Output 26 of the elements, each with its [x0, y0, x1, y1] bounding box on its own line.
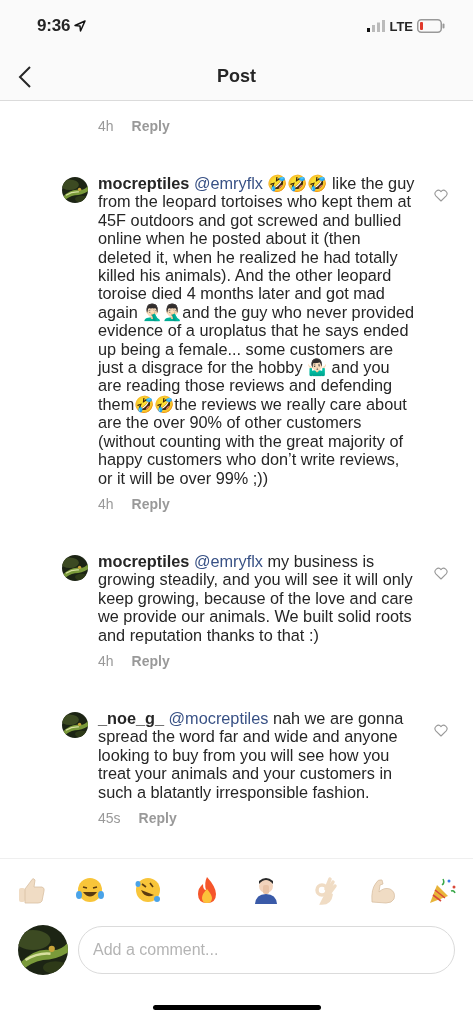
heart-icon[interactable] — [434, 566, 448, 580]
mention-link[interactable]: @emryflx — [193, 174, 263, 192]
location-arrow-icon — [74, 20, 87, 32]
clock-time: 9:36 — [37, 16, 71, 36]
comment-time: 4h — [98, 495, 114, 512]
comment-time: 4h — [98, 118, 114, 134]
username-link[interactable]: mocreptiles — [98, 174, 190, 192]
laughing-face-icon[interactable] — [74, 875, 105, 905]
back-button[interactable] — [16, 64, 34, 90]
heart-icon[interactable] — [434, 189, 448, 202]
thumbs-up-icon[interactable] — [16, 875, 46, 905]
mention-link[interactable]: @emryflx — [193, 551, 263, 570]
comment-text: mocreptiles @emryflx my business is growing steadily, and you will see it will only keep growing, because of the love and care we provide our animals. We built solid roots and reputation thanks to that :) — [98, 551, 414, 644]
page-title: Post — [217, 65, 256, 87]
username-link[interactable]: mocreptiles — [98, 551, 190, 570]
signal-icon — [367, 20, 386, 32]
comment-time: 4h — [98, 652, 114, 669]
comment-text: _noe_g_ @mocreptiles nah we are gonna spread the word far and wide and anyone looking to buy from you will see how you treat your animals and your customers in such a blatantly irresponsible fashion. — [98, 708, 405, 801]
comment-time: 45s — [98, 809, 121, 826]
battery-icon — [417, 19, 445, 33]
heart-icon[interactable] — [434, 723, 448, 737]
mention-link[interactable]: @mocreptiles — [168, 708, 269, 727]
username-link[interactable]: _noe_g_ — [98, 708, 165, 727]
comment-field[interactable]: Add a comment... — [78, 926, 455, 974]
network-label: LTE — [389, 18, 413, 34]
comment-text: mocreptiles @emryflx 🤣🤣🤣 like the guy from the leopard tortoises who kept them at 45F outdoors and got screwed and bullied online when he posted about it (then deleted it, when he realized he had totally killed his animals). And the other leopard toroise died 4 months later and got mad again 🤦🏻‍♂🤦🏻‍♂and the guy who never provided evidence of a uroplatus that he says ended up being a female... some customers are just a disgrace for the hobby 🤷🏻‍♂ and you are reading those reviews and defending them🤣🤣the reviews we really care about are the over 90% of other customers (without counting with the great majority of happy customers who don’t write reviews, or it will be over 99% ;)) — [98, 174, 416, 487]
